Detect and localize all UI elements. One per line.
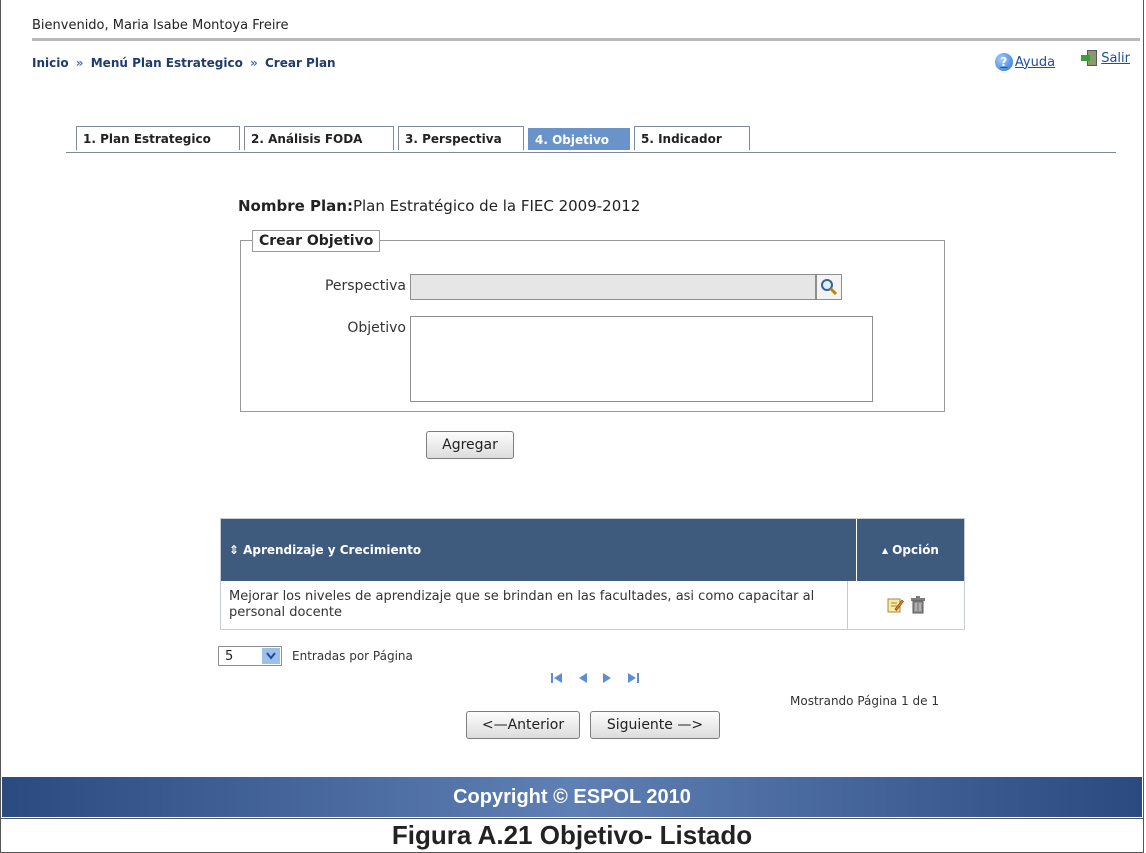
tab-objetivo[interactable]: 4. Objetivo [528,128,630,150]
perspectiva-input[interactable] [410,274,816,300]
table-row: Mejorar los niveles de aprendizaje que s… [221,581,964,629]
perspectiva-label: Perspectiva [324,278,406,294]
page-size-value: 5 [225,648,234,664]
objetivos-table: ⇕ Aprendizaje y Crecimiento ▲ Opción Mej… [220,518,965,630]
header-divider [32,38,1140,41]
row-actions [848,581,964,629]
page-status: Mostrando Página 1 de 1 [790,694,939,708]
breadcrumb-separator: » [250,56,258,70]
column-header-label: Aprendizaje y Crecimiento [243,543,422,557]
pager-controls [550,670,640,689]
help-link[interactable]: ? Ayuda [994,53,1056,71]
next-button[interactable]: Siguiente —> [590,711,720,739]
objetivo-textarea[interactable] [410,316,873,402]
column-header-label: Opción [892,543,939,557]
breadcrumb: Inicio » Menú Plan Estrategico » Crear P… [32,56,336,70]
chevron-down-icon [262,648,280,664]
welcome-text: Bienvenido, Maria Isabe Montoya Freire [32,18,289,33]
next-page-icon[interactable] [602,670,612,689]
previous-button[interactable]: <—Anterior [466,711,580,739]
plan-name-value: Plan Estratégico de la FIEC 2009-2012 [352,197,641,215]
per-page-label: Entradas por Página [292,649,413,663]
page-size-select[interactable]: 5 [218,646,282,666]
table-header: ⇕ Aprendizaje y Crecimiento ▲ Opción [221,519,964,581]
tab-plan-estrategico[interactable]: 1. Plan Estrategico [76,126,240,150]
top-links: ? Ayuda Salir [973,50,1130,71]
row-objetivo-text: Mejorar los niveles de aprendizaje que s… [221,581,848,629]
first-page-icon[interactable] [550,670,564,689]
breadcrumb-inicio[interactable]: Inicio [32,56,69,70]
tab-perspectiva[interactable]: 3. Perspectiva [398,126,524,150]
tab-indicador[interactable]: 5. Indicador [634,126,750,150]
breadcrumb-separator: » [75,56,84,70]
breadcrumb-menu-plan[interactable]: Menú Plan Estrategico [91,56,243,70]
prev-page-icon[interactable] [578,670,588,689]
last-page-icon[interactable] [626,670,640,689]
column-header-opcion[interactable]: ▲ Opción [857,519,964,581]
sort-both-icon: ⇕ [229,543,240,557]
help-icon: ? [994,53,1013,71]
delete-icon[interactable] [910,596,926,614]
help-label: Ayuda [1014,54,1056,70]
sort-asc-icon: ▲ [882,545,889,555]
column-header-perspectiva[interactable]: ⇕ Aprendizaje y Crecimiento [221,519,857,581]
plan-name-label: Nombre Plan: [238,197,353,215]
edit-icon[interactable] [886,596,904,614]
search-icon [821,279,838,296]
exit-label: Salir [1101,50,1130,66]
search-button[interactable] [816,274,842,300]
tab-bar: 1. Plan Estrategico 2. Análisis FODA 3. … [66,126,1116,153]
exit-icon [1081,50,1099,66]
figure-caption: Figura A.21 Objetivo- Listado [0,818,1144,853]
tab-analisis-foda[interactable]: 2. Análisis FODA [244,126,394,150]
plan-name: Nombre Plan:Plan Estratégico de la FIEC … [238,197,640,215]
breadcrumb-crear-plan: Crear Plan [264,56,336,70]
objetivo-label: Objetivo [347,320,406,336]
fieldset-legend: Crear Objetivo [252,230,381,252]
exit-link[interactable]: Salir [1081,50,1130,66]
add-button[interactable]: Agregar [426,431,514,459]
footer-copyright: Copyright © ESPOL 2010 [2,777,1142,817]
